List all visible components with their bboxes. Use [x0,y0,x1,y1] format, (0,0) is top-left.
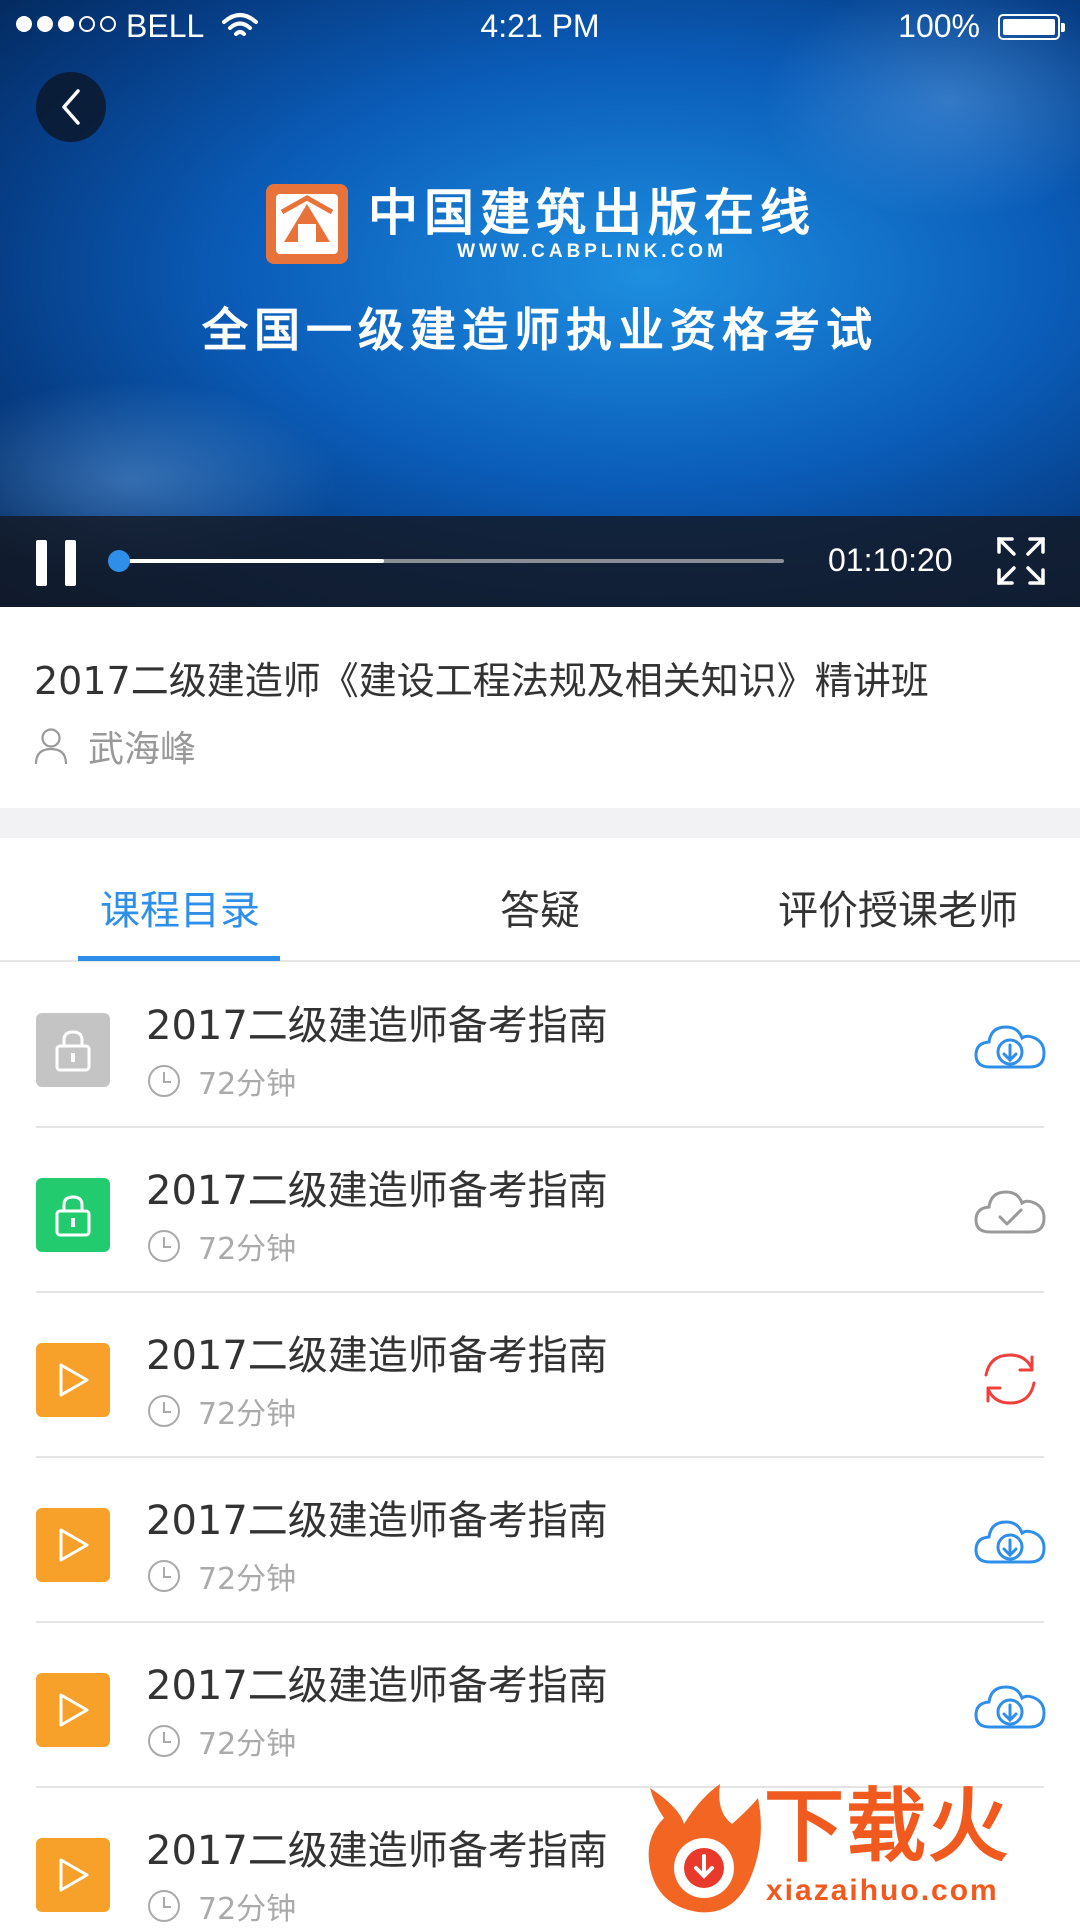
list-item[interactable]: 2017二级建造师备考指南 72分钟 [0,1458,1080,1623]
watermark-url: xiazaihuo.com [766,1874,999,1907]
clock-icon [148,1725,180,1757]
progress-played [118,559,385,563]
publisher-logo: 中国建筑出版在线 WWW.CABPLINK.COM [264,182,816,266]
pause-button[interactable] [36,540,76,586]
tab-course-catalog[interactable]: 课程目录 [100,878,260,936]
lesson-duration: 72分钟 [198,1562,297,1597]
lesson-title: 2017二级建造师备考指南 [146,1828,608,1874]
battery-icon [998,14,1065,40]
clock-icon [148,1395,180,1427]
play-badge [36,1838,110,1912]
play-badge [36,1343,110,1417]
lock-icon [55,1030,91,1072]
battery-percentage: 100% [898,8,980,44]
list-item[interactable]: 2017二级建造师备考指南 72分钟 [0,1128,1080,1293]
lesson-title: 2017二级建造师备考指南 [146,1333,608,1379]
lock-badge [36,1013,110,1087]
publisher-url: WWW.CABPLINK.COM [457,241,727,262]
tab-active-indicator [78,956,280,961]
back-button[interactable] [36,72,106,142]
video-player[interactable]: BELL 4:21 PM 100% 中国建筑出版在线 WWW.CABPLINK.… [0,0,1080,607]
clock-icon [148,1890,180,1922]
lesson-duration: 72分钟 [198,1727,297,1762]
tab-rate-teacher[interactable]: 评价授课老师 [778,878,1018,936]
tab-qa[interactable]: 答疑 [500,878,580,936]
play-badge [36,1673,110,1747]
clock-icon [148,1560,180,1592]
back-icon [62,89,80,125]
status-bar: BELL 4:21 PM 100% [0,0,1080,50]
sync-icon[interactable] [972,1341,1048,1417]
user-icon [34,728,68,765]
section-divider [0,808,1080,838]
lesson-duration: 72分钟 [198,1067,297,1102]
lesson-duration: 72分钟 [198,1892,297,1927]
play-icon [59,1363,89,1397]
video-headline: 全国一级建造师执业资格考试 [202,303,878,357]
lesson-duration: 72分钟 [198,1397,297,1432]
play-badge [36,1508,110,1582]
lesson-duration: 72分钟 [198,1232,297,1267]
progress-bar[interactable] [108,550,784,572]
lesson-title: 2017二级建造师备考指南 [146,1003,608,1049]
publisher-logo-mark [266,184,348,264]
tab-bar: 课程目录 答疑 评价授课老师 [0,838,1080,962]
flame-logo-icon [648,1784,761,1913]
player-controls: 01:10:20 [0,516,1080,607]
play-icon [59,1693,89,1727]
unlocked-badge [36,1178,110,1252]
lesson-title: 2017二级建造师备考指南 [146,1168,608,1214]
progress-handle[interactable] [108,550,130,572]
watermark-brand: 下载火 [764,1780,1010,1873]
lesson-title: 2017二级建造师备考指南 [146,1498,608,1544]
play-icon [59,1858,89,1892]
course-title: 2017二级建造师《建设工程法规及相关知识》精讲班 [34,659,929,703]
list-item[interactable]: 2017二级建造师备考指南 72分钟 [0,1293,1080,1458]
unlock-icon [55,1195,91,1237]
publisher-name: 中国建筑出版在线 [368,183,816,242]
list-item[interactable]: 2017二级建造师备考指南 72分钟 [0,963,1080,1128]
site-watermark: 下载火 xiazaihuo.com [640,1778,1080,1920]
cloud-done-icon[interactable] [972,1176,1048,1252]
lesson-title: 2017二级建造师备考指南 [146,1663,608,1709]
cloud-download-icon[interactable] [972,1671,1048,1747]
clock-icon [148,1065,180,1097]
fullscreen-icon[interactable] [996,536,1046,586]
playback-time: 01:10:20 [828,542,953,578]
cloud-download-icon[interactable] [972,1506,1048,1582]
teacher-info: 武海峰 [34,720,196,772]
list-item[interactable]: 2017二级建造师备考指南 72分钟 [0,1623,1080,1788]
teacher-name: 武海峰 [88,729,197,770]
cloud-download-icon[interactable] [972,1011,1048,1087]
play-icon [59,1528,89,1562]
clock-icon [148,1230,180,1262]
